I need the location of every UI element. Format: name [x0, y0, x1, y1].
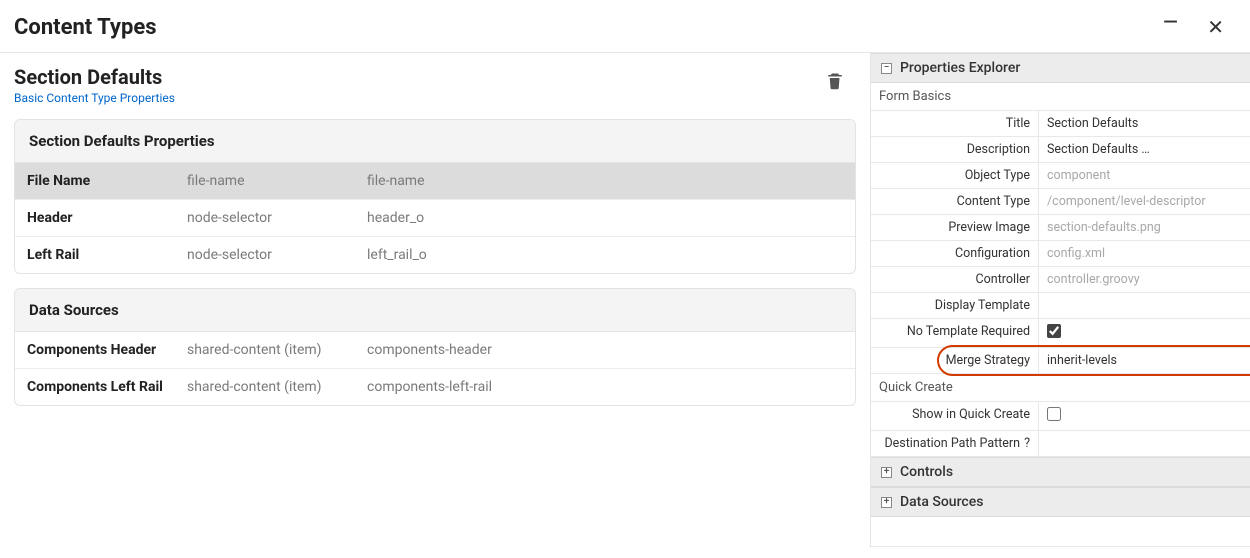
- prop-label: No Template Required: [871, 319, 1039, 347]
- close-icon[interactable]: ✕: [1207, 17, 1224, 37]
- prop-value[interactable]: inherit-levels: [1039, 348, 1250, 373]
- prop-object-type-row[interactable]: Object Type component: [871, 163, 1250, 189]
- prop-label: Description: [871, 137, 1039, 162]
- properties-panel: Section Defaults Properties File Name fi…: [14, 119, 856, 274]
- property-row[interactable]: File Name file-name file-name: [15, 163, 855, 200]
- page-title: Content Types: [14, 15, 157, 40]
- properties-explorer-header[interactable]: − Properties Explorer: [871, 53, 1250, 83]
- property-name: Header: [27, 210, 187, 226]
- prop-display-template-row[interactable]: Display Template: [871, 293, 1250, 319]
- quick-create-heading: Quick Create: [871, 374, 1250, 402]
- properties-explorer-title: Properties Explorer: [900, 60, 1020, 76]
- prop-label: Show in Quick Create: [871, 402, 1039, 430]
- show-quickcreate-checkbox[interactable]: [1047, 407, 1061, 421]
- prop-value[interactable]: [1039, 402, 1250, 430]
- prop-label: Controller: [871, 267, 1039, 292]
- datasource-row[interactable]: Components Header shared-content (item) …: [15, 332, 855, 369]
- prop-title-row[interactable]: Title Section Defaults: [871, 111, 1250, 137]
- prop-configuration-row[interactable]: Configuration config.xml: [871, 241, 1250, 267]
- datasources-panel: Data Sources Components Header shared-co…: [14, 288, 856, 406]
- property-type: file-name: [187, 173, 367, 189]
- basic-properties-link[interactable]: Basic Content Type Properties: [14, 91, 175, 105]
- property-type: node-selector: [187, 210, 367, 226]
- datasource-handle: components-header: [367, 342, 843, 358]
- help-icon[interactable]: ?: [1024, 436, 1030, 451]
- prop-value[interactable]: config.xml: [1039, 241, 1250, 266]
- datasources-panel-heading: Data Sources: [15, 289, 855, 332]
- collapse-icon[interactable]: −: [881, 63, 892, 74]
- property-handle: header_o: [367, 210, 843, 226]
- property-handle: left_rail_o: [367, 247, 843, 263]
- property-type: node-selector: [187, 247, 367, 263]
- properties-panel-heading: Section Defaults Properties: [15, 120, 855, 163]
- prop-show-quickcreate-row[interactable]: Show in Quick Create: [871, 402, 1250, 431]
- delete-button[interactable]: [826, 71, 844, 95]
- prop-value[interactable]: [1039, 431, 1250, 456]
- property-row[interactable]: Header node-selector header_o: [15, 200, 855, 237]
- prop-label: Preview Image: [871, 215, 1039, 240]
- minimize-icon[interactable]: –: [1162, 10, 1179, 36]
- prop-controller-row[interactable]: Controller controller.groovy: [871, 267, 1250, 293]
- prop-label: Destination Path Pattern ?: [871, 431, 1039, 456]
- datasources-title: Data Sources: [900, 494, 983, 510]
- datasource-name: Components Header: [27, 342, 187, 358]
- expand-icon[interactable]: +: [881, 497, 892, 508]
- datasource-type: shared-content (item): [187, 342, 367, 358]
- datasource-name: Components Left Rail: [27, 379, 187, 395]
- prop-description-row[interactable]: Description Section Defaults …: [871, 137, 1250, 163]
- datasource-type: shared-content (item): [187, 379, 367, 395]
- prop-label: Display Template: [871, 293, 1039, 318]
- prop-value[interactable]: section-defaults.png: [1039, 215, 1250, 240]
- prop-no-template-row[interactable]: No Template Required: [871, 319, 1250, 348]
- window-controls: – ✕: [1162, 14, 1230, 40]
- prop-label: Title: [871, 111, 1039, 136]
- datasource-handle: components-left-rail: [367, 379, 843, 395]
- prop-value[interactable]: [1039, 319, 1250, 347]
- prop-destpath-row[interactable]: Destination Path Pattern ?: [871, 431, 1250, 457]
- empty-section: [871, 517, 1250, 547]
- prop-value[interactable]: Section Defaults …: [1039, 137, 1250, 162]
- prop-value[interactable]: Section Defaults: [1039, 111, 1250, 136]
- controls-section-header[interactable]: + Controls: [871, 457, 1250, 487]
- prop-label: Configuration: [871, 241, 1039, 266]
- prop-merge-strategy-row[interactable]: Merge Strategy inherit-levels: [871, 348, 1250, 374]
- no-template-checkbox[interactable]: [1047, 324, 1061, 338]
- property-name: File Name: [27, 173, 187, 189]
- prop-label: Object Type: [871, 163, 1039, 188]
- prop-label: Merge Strategy: [871, 348, 1039, 373]
- prop-value[interactable]: component: [1039, 163, 1250, 188]
- prop-preview-image-row[interactable]: Preview Image section-defaults.png: [871, 215, 1250, 241]
- section-title: Section Defaults: [14, 65, 175, 89]
- datasource-row[interactable]: Components Left Rail shared-content (ite…: [15, 369, 855, 405]
- prop-value[interactable]: controller.groovy: [1039, 267, 1250, 292]
- datasources-section-header[interactable]: + Data Sources: [871, 487, 1250, 517]
- prop-value[interactable]: /component/level-descriptor: [1039, 189, 1250, 214]
- property-name: Left Rail: [27, 247, 187, 263]
- property-handle: file-name: [367, 173, 843, 189]
- property-row[interactable]: Left Rail node-selector left_rail_o: [15, 237, 855, 273]
- expand-icon[interactable]: +: [881, 467, 892, 478]
- form-basics-heading: Form Basics: [871, 83, 1250, 111]
- prop-value[interactable]: [1039, 293, 1250, 318]
- prop-label: Content Type: [871, 189, 1039, 214]
- prop-content-type-row[interactable]: Content Type /component/level-descriptor: [871, 189, 1250, 215]
- controls-title: Controls: [900, 464, 953, 480]
